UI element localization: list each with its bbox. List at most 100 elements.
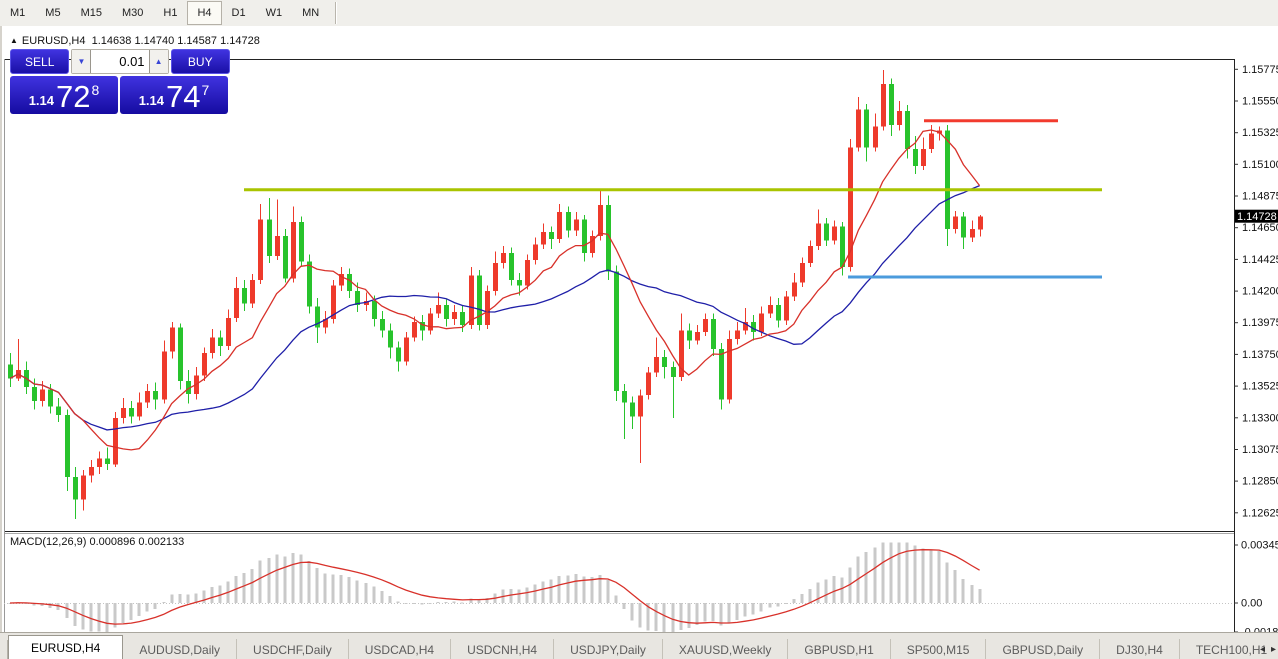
macd-histogram-bar xyxy=(680,603,683,630)
price-axis-label[interactable]: 1.14650 xyxy=(1242,222,1278,234)
macd-histogram-bar xyxy=(744,603,747,616)
macd-histogram-bar xyxy=(365,583,368,603)
timeframe-button-m5[interactable]: M5 xyxy=(35,1,70,25)
candle xyxy=(299,216,304,265)
chart-tab-sp500-m15[interactable]: SP500,M15 xyxy=(891,639,987,659)
candle xyxy=(129,401,134,424)
sell-button[interactable]: SELL xyxy=(10,49,69,74)
macd-histogram-bar xyxy=(154,603,157,609)
candle xyxy=(8,353,13,387)
macd-histogram-bar xyxy=(971,585,974,603)
price-axis-label[interactable]: 1.13750 xyxy=(1242,349,1278,361)
candle xyxy=(970,221,975,242)
price-axis-label[interactable]: 1.13975 xyxy=(1242,317,1278,329)
candle xyxy=(452,305,457,325)
candle xyxy=(81,470,86,511)
candle xyxy=(137,392,142,420)
buy-button[interactable]: BUY xyxy=(171,49,230,74)
price-chart[interactable]: MACD(12,26,9) 0.000896 0.0021331.157751.… xyxy=(2,26,1278,659)
price-axis-label[interactable]: 1.13075 xyxy=(1242,444,1278,456)
candle xyxy=(961,212,966,249)
buy-price-big: 74 xyxy=(166,81,200,112)
macd-histogram-bar xyxy=(615,596,618,604)
chart-tab-usdcnh-h4[interactable]: USDCNH,H4 xyxy=(451,639,554,659)
candle xyxy=(687,323,692,348)
macd-histogram-bar xyxy=(373,587,376,603)
price-axis-label[interactable]: 1.15550 xyxy=(1242,96,1278,108)
candle xyxy=(978,215,983,237)
macd-histogram-bar xyxy=(979,589,982,603)
volume-stepper: ▼ ▲ xyxy=(71,49,168,74)
timeframe-button-m15[interactable]: M15 xyxy=(71,1,112,25)
macd-histogram-bar xyxy=(890,543,893,604)
macd-histogram-bar xyxy=(130,603,133,620)
candle xyxy=(218,331,223,356)
macd-histogram-bar xyxy=(938,551,941,603)
buy-price-button[interactable]: 1.14747 xyxy=(120,76,228,114)
price-axis-label[interactable]: 1.15100 xyxy=(1242,159,1278,171)
current-price-label: 1.14728 xyxy=(1237,211,1277,223)
macd-histogram-bar xyxy=(696,603,699,625)
macd-histogram-bar xyxy=(518,589,521,603)
chart-tab-eurusd-h4[interactable]: EURUSD,H4 xyxy=(8,635,123,659)
volume-increase-button[interactable]: ▲ xyxy=(150,50,168,73)
macd-histogram-bar xyxy=(203,591,206,603)
macd-histogram-bar xyxy=(607,580,610,603)
macd-histogram-bar xyxy=(316,568,319,603)
macd-histogram-bar xyxy=(882,543,885,604)
chart-tab-usdjpy-daily[interactable]: USDJPY,Daily xyxy=(554,639,663,659)
chart-tab-gbpusd-h1[interactable]: GBPUSD,H1 xyxy=(788,639,890,659)
candle xyxy=(953,211,958,234)
price-axis-label[interactable]: 1.14200 xyxy=(1242,286,1278,298)
candle xyxy=(428,308,433,335)
macd-histogram xyxy=(9,543,982,634)
timeframe-button-w1[interactable]: W1 xyxy=(256,1,293,25)
chart-tab-dj30-h4[interactable]: DJ30,H4 xyxy=(1100,639,1180,659)
price-axis-label[interactable]: 1.14875 xyxy=(1242,191,1278,203)
chart-tab-usdchf-daily[interactable]: USDCHF,Daily xyxy=(237,639,349,659)
price-axis-label[interactable]: 1.12625 xyxy=(1242,507,1278,519)
chart-tab-usdcad-h4[interactable]: USDCAD,H4 xyxy=(349,639,451,659)
macd-histogram-bar xyxy=(478,600,481,603)
candle xyxy=(776,298,781,328)
timeframe-button-h1[interactable]: H1 xyxy=(153,1,187,25)
price-axis-label[interactable]: 1.12850 xyxy=(1242,476,1278,488)
price-axis-label[interactable]: 1.15325 xyxy=(1242,127,1278,139)
candle xyxy=(582,215,587,262)
timeframe-button-mn[interactable]: MN xyxy=(292,1,329,25)
tab-scroll-right-icon[interactable]: ▸ xyxy=(1271,644,1276,655)
macd-histogram-bar xyxy=(49,603,52,608)
macd-histogram-bar xyxy=(591,577,594,603)
timeframe-button-h4[interactable]: H4 xyxy=(187,1,221,25)
one-click-trading-panel: SELL ▼ ▲ BUY 1.14728 1.14747 xyxy=(10,49,230,114)
price-axis-label[interactable]: 1.15775 xyxy=(1242,64,1278,76)
chart-tab-xauusd-weekly[interactable]: XAUUSD,Weekly xyxy=(663,639,788,659)
timeframe-button-d1[interactable]: D1 xyxy=(222,1,256,25)
tab-scroll-left-icon[interactable]: ◂ xyxy=(1260,644,1265,655)
tabs-holder: EURUSD,H4AUDUSD,DailyUSDCHF,DailyUSDCAD,… xyxy=(8,635,1278,659)
timeframe-button-m1[interactable]: M1 xyxy=(0,1,35,25)
price-axis-label[interactable]: 1.13300 xyxy=(1242,412,1278,424)
volume-decrease-button[interactable]: ▼ xyxy=(72,50,90,73)
tab-scroll-buttons: ◂ ▸ xyxy=(1260,644,1276,655)
volume-input[interactable] xyxy=(90,50,149,73)
macd-histogram-bar xyxy=(445,602,448,603)
macd-histogram-bar xyxy=(122,603,125,623)
chart-tab-gbpusd-daily[interactable]: GBPUSD,Daily xyxy=(986,639,1100,659)
chart-tab-audusd-daily[interactable]: AUDUSD,Daily xyxy=(123,639,237,659)
candle xyxy=(477,270,482,331)
macd-histogram-bar xyxy=(550,580,553,603)
candles-layer[interactable] xyxy=(8,70,983,519)
candle xyxy=(549,226,554,249)
chart-window[interactable]: MACD(12,26,9) 0.000896 0.0021331.157751.… xyxy=(0,26,1278,632)
sell-price-button[interactable]: 1.14728 xyxy=(10,76,118,114)
macd-histogram-bar xyxy=(356,580,359,603)
sell-price-sup: 8 xyxy=(92,79,100,97)
macd-histogram-bar xyxy=(534,585,537,604)
price-axis-label[interactable]: 1.14425 xyxy=(1242,254,1278,266)
candle xyxy=(881,70,886,131)
price-axis-label[interactable]: 1.13525 xyxy=(1242,381,1278,393)
timeframe-button-m30[interactable]: M30 xyxy=(112,1,153,25)
candle xyxy=(662,350,667,378)
macd-histogram-bar xyxy=(405,603,408,604)
